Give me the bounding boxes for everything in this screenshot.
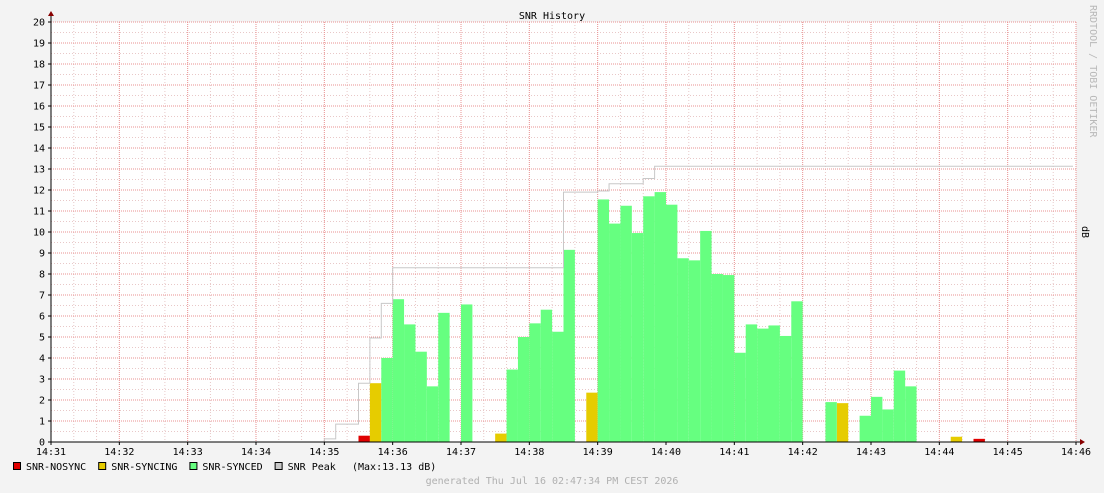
y-tick-label: 20 — [33, 18, 45, 29]
bar-snr-nosync — [358, 435, 370, 442]
legend-swatch — [98, 462, 107, 470]
y-axis-label: dB — [1079, 226, 1090, 238]
y-tick-label: 8 — [39, 270, 45, 281]
y-tick-label: 10 — [33, 228, 45, 239]
bar-snr-synced — [871, 396, 883, 442]
x-tick-label: 14:42 — [788, 447, 818, 458]
bar-snr-syncing — [369, 383, 382, 442]
x-tick-label: 14:46 — [1061, 447, 1091, 458]
y-tick-label: 1 — [39, 417, 45, 428]
bar-snr-synced — [552, 331, 564, 442]
y-tick-label: 7 — [39, 291, 45, 302]
bar-snr-synced — [825, 402, 837, 442]
bar-snr-synced — [722, 275, 735, 442]
legend-item: SNR-SYNCING — [98, 462, 177, 473]
y-tick-label: 5 — [39, 333, 45, 344]
bar-snr-synced — [666, 204, 678, 442]
x-tick-label: 14:44 — [924, 447, 954, 458]
bar-snr-synced — [540, 309, 553, 442]
x-tick-label: 14:40 — [651, 447, 681, 458]
bar-snr-synced — [620, 205, 632, 442]
y-tick-label: 6 — [39, 312, 45, 323]
bar-snr-synced — [700, 230, 712, 442]
y-tick-label: 16 — [33, 102, 45, 113]
bar-snr-synced — [791, 301, 803, 442]
bar-snr-synced — [404, 324, 416, 442]
y-tick-label: 13 — [33, 165, 45, 176]
x-tick-label: 14:34 — [241, 447, 271, 458]
legend-swatch — [13, 462, 21, 470]
bar-snr-synced — [779, 335, 792, 442]
x-tick-label: 14:39 — [583, 447, 613, 458]
bar-snr-synced — [654, 192, 666, 442]
bar-snr-synced — [609, 223, 621, 442]
snr-history-chart: 01234567891011121314151617181920 14:31 14… — [0, 0, 1104, 493]
x-tick-label: 14:38 — [514, 447, 544, 458]
y-tick-label: 15 — [33, 123, 45, 134]
legend-label: SNR-SYNCING — [111, 462, 177, 473]
bar-snr-synced — [859, 415, 871, 442]
bar-snr-synced — [905, 386, 917, 442]
bar-snr-syncing — [586, 392, 598, 442]
bar-snr-synced — [711, 274, 723, 442]
x-tick-label: 14:45 — [993, 447, 1023, 458]
bar-snr-synced — [643, 196, 655, 442]
legend-label: SNR Peak — [288, 462, 336, 473]
x-tick-label: 14:35 — [309, 447, 339, 458]
x-tick-label: 14:43 — [856, 447, 886, 458]
x-tick-label: 14:32 — [104, 447, 134, 458]
bar-snr-synced — [677, 258, 689, 442]
bar-snr-synced — [381, 358, 393, 442]
y-tick-label: 4 — [39, 354, 45, 365]
x-tick-label: 14:36 — [378, 447, 408, 458]
legend-swatch — [274, 462, 283, 470]
bar-snr-syncing — [495, 433, 507, 442]
bar-snr-synced — [506, 369, 518, 442]
bar-snr-synced — [688, 260, 701, 442]
y-tick-label: 9 — [39, 249, 45, 260]
x-tick-label: 14:33 — [173, 447, 203, 458]
y-tick-label: 3 — [39, 375, 45, 386]
x-tick-label: 14:31 — [36, 447, 66, 458]
y-tick-label: 12 — [33, 186, 45, 197]
bar-snr-synced — [745, 324, 758, 442]
bar-snr-syncing — [950, 436, 963, 442]
legend-label: SNR-SYNCED — [202, 462, 262, 473]
x-tick-label: 14:37 — [446, 447, 476, 458]
y-tick-label: 17 — [33, 81, 45, 92]
legend-label: SNR-NOSYNC — [26, 462, 86, 473]
bar-snr-synced — [734, 352, 746, 442]
bar-snr-synced — [529, 323, 541, 442]
bar-snr-synced — [517, 337, 530, 442]
bar-snr-synced — [426, 386, 439, 442]
y-tick-label: 2 — [39, 396, 45, 407]
bar-snr-synced — [415, 351, 427, 442]
legend: SNR-NOSYNC SNR-SYNCING SNR-SYNCED SNR Peak — [13, 462, 336, 473]
x-tick-label: 14:41 — [719, 447, 749, 458]
bar-snr-synced — [563, 249, 575, 442]
generated-footer: generated Thu Jul 16 02:47:34 PM CEST 20… — [426, 476, 679, 487]
legend-max-note: (Max:13.13 dB) — [352, 462, 436, 473]
bar-snr-synced — [392, 299, 405, 442]
bar-snr-synced — [631, 233, 644, 442]
bar-snr-synced — [461, 304, 473, 442]
y-tick-label: 18 — [33, 60, 45, 71]
y-tick-label: 11 — [33, 207, 45, 218]
bar-snr-synced — [438, 312, 450, 442]
legend-swatch — [189, 462, 198, 470]
bar-snr-synced — [757, 328, 769, 442]
bar-snr-synced — [597, 199, 610, 442]
y-tick-label: 19 — [33, 39, 45, 50]
chart-title: SNR History — [519, 11, 585, 22]
bar-snr-synced — [768, 325, 780, 442]
bar-snr-syncing — [836, 403, 849, 442]
bar-snr-synced — [882, 409, 894, 442]
bar-snr-synced — [893, 370, 906, 442]
y-tick-label: 14 — [33, 144, 45, 155]
watermark: RRDTOOL / TOBI OETIKER — [1087, 5, 1098, 138]
